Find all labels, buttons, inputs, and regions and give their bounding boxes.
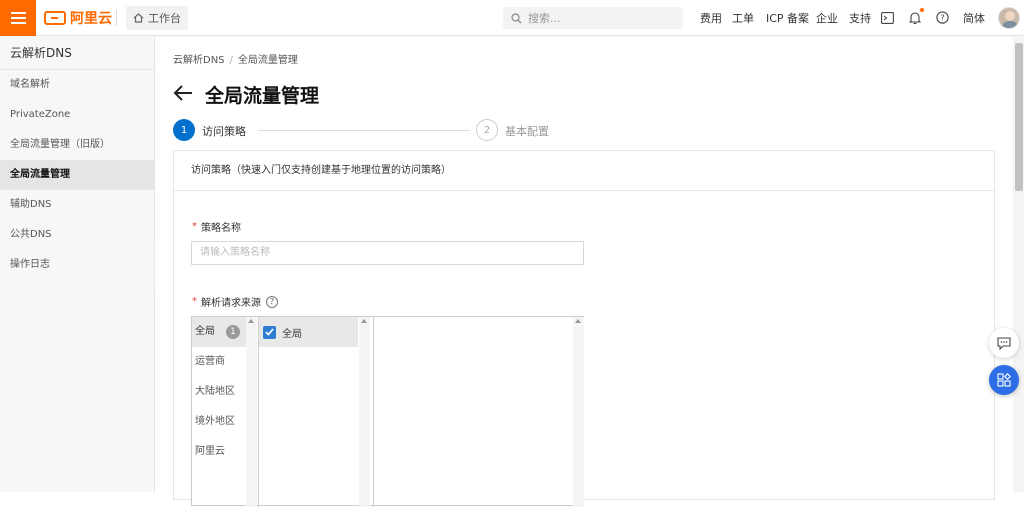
policy-name-input[interactable]: 请输入策略名称 xyxy=(191,241,584,265)
workbench-button[interactable]: 工作台 xyxy=(126,6,188,30)
category-aliyun[interactable]: 阿里云 xyxy=(192,437,246,467)
sidebar-item-public-dns[interactable]: 公共DNS xyxy=(0,220,154,250)
help-circle-icon[interactable]: ? xyxy=(936,11,949,24)
help-icon[interactable]: ? xyxy=(266,295,278,308)
sidebar-item-gtm[interactable]: 全局流量管理 xyxy=(0,160,154,190)
sidebar-item-operation-log[interactable]: 操作日志 xyxy=(0,250,154,280)
source-label: * 解析请求来源? xyxy=(192,294,278,309)
step-2-label: 基本配置 xyxy=(505,125,549,138)
step-1-label: 访问策略 xyxy=(202,125,246,138)
user-avatar[interactable] xyxy=(998,7,1020,29)
nav-enterprise[interactable]: 企业 xyxy=(816,0,838,36)
sidebar: 云解析DNS 域名解析 PrivateZone 全局流量管理（旧版） 全局流量管… xyxy=(0,37,155,492)
source-option-list: 全局 xyxy=(258,317,358,507)
breadcrumb-current: 全局流量管理 xyxy=(237,55,298,66)
chat-icon xyxy=(997,336,1011,350)
selected-scrollbar[interactable] xyxy=(573,317,584,507)
nav-enterprise-label: 企业 xyxy=(816,12,838,25)
notification-bell-icon[interactable] xyxy=(909,11,921,25)
nav-support-label: 支持 xyxy=(849,12,871,25)
policy-name-label-text: 策略名称 xyxy=(201,223,241,234)
search-icon xyxy=(511,12,522,23)
notification-dot xyxy=(920,8,924,12)
step-1-indicator: 1 xyxy=(173,119,195,141)
main-content: 云解析DNS / 全局流量管理 全局流量管理 1 访问策略 2 基本配置 访问策略（… xyxy=(155,37,1013,507)
brand-name: 阿里云 xyxy=(70,11,112,27)
category-global-label: 全局 xyxy=(195,326,215,337)
sidebar-item-secondary-dns[interactable]: 辅助DNS xyxy=(0,190,154,220)
language-label: 简体 xyxy=(963,12,985,25)
option-scrollbar[interactable] xyxy=(359,317,370,507)
nav-icp[interactable]: ICP 备案 xyxy=(766,0,809,36)
option-global[interactable]: 全局 xyxy=(259,317,358,347)
search-placeholder: 搜索... xyxy=(528,12,561,25)
sidebar-title: 云解析DNS xyxy=(0,37,154,70)
menu-icon[interactable] xyxy=(0,0,36,36)
home-icon xyxy=(133,13,144,23)
policy-name-label: * 策略名称 xyxy=(192,219,241,234)
category-global[interactable]: 全局 1 xyxy=(192,317,246,347)
step-2-indicator: 2 xyxy=(476,119,498,141)
source-picker: 全局 1 运营商 大陆地区 境外地区 阿里云 全局 xyxy=(191,316,584,507)
workbench-label: 工作台 xyxy=(148,12,181,25)
nav-support[interactable]: 支持 xyxy=(849,0,871,36)
option-global-label: 全局 xyxy=(282,328,302,340)
chat-float-button[interactable] xyxy=(989,328,1019,358)
category-scrollbar[interactable] xyxy=(246,317,257,507)
sidebar-item-gtm-legacy[interactable]: 全局流量管理（旧版） xyxy=(0,130,154,160)
source-label-text: 解析请求来源 xyxy=(201,298,261,309)
category-carrier[interactable]: 运营商 xyxy=(192,347,246,377)
category-mainland[interactable]: 大陆地区 xyxy=(192,377,246,407)
page-title: 全局流量管理 xyxy=(205,85,320,107)
sidebar-item-privatezone[interactable]: PrivateZone xyxy=(0,100,154,130)
divider xyxy=(116,10,117,26)
nav-billing-label: 费用 xyxy=(700,12,722,25)
sidebar-item-domain-resolution[interactable]: 域名解析 xyxy=(0,70,154,100)
aliyun-logo-icon xyxy=(44,11,66,25)
nav-icp-label: ICP 备案 xyxy=(766,12,810,25)
svg-text:?: ? xyxy=(940,13,944,22)
step-connector xyxy=(258,130,470,131)
apps-float-button[interactable] xyxy=(989,365,1019,395)
apps-grid-icon xyxy=(997,373,1011,387)
checkbox-checked-icon[interactable] xyxy=(263,325,276,339)
search-input[interactable]: 搜索... xyxy=(503,7,683,29)
nav-billing[interactable]: 费用 xyxy=(700,0,722,36)
breadcrumb-root[interactable]: 云解析DNS xyxy=(173,55,225,66)
language-switch[interactable]: 简体 xyxy=(963,0,985,36)
page-scrollbar-thumb[interactable] xyxy=(1015,43,1023,191)
category-overseas[interactable]: 境外地区 xyxy=(192,407,246,437)
source-category-list: 全局 1 运营商 大陆地区 境外地区 阿里云 xyxy=(192,317,246,507)
required-marker: * xyxy=(192,221,197,232)
breadcrumb-separator: / xyxy=(229,55,233,66)
access-policy-card: 访问策略（快速入门仅支持创建基于地理位置的访问策略） * 策略名称 请输入策略名称… xyxy=(173,150,995,507)
breadcrumb: 云解析DNS / 全局流量管理 xyxy=(173,51,298,66)
section-title: 访问策略（快速入门仅支持创建基于地理位置的访问策略） xyxy=(174,151,994,191)
nav-tickets[interactable]: 工单 xyxy=(732,0,754,36)
top-navigation-bar: 阿里云 工作台 搜索... 费用 工单 ICP 备案 企业 支持 ? 简体 xyxy=(0,0,1024,36)
required-marker: * xyxy=(192,296,197,307)
nav-tickets-label: 工单 xyxy=(732,12,754,25)
count-badge: 1 xyxy=(226,325,240,339)
terminal-icon[interactable] xyxy=(881,12,894,24)
selected-list xyxy=(373,317,583,507)
brand-logo[interactable]: 阿里云 xyxy=(44,9,112,27)
back-arrow-icon[interactable] xyxy=(173,84,193,102)
